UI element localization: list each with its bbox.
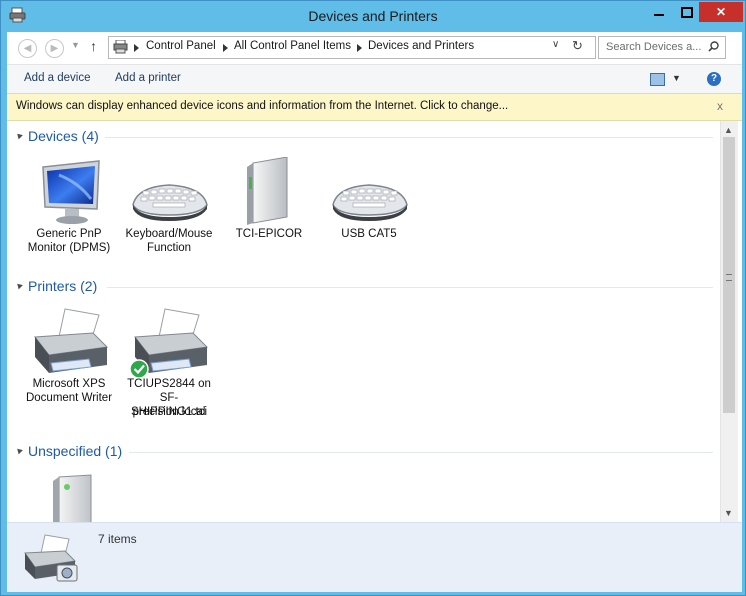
- device-name-line1: TCI-EPICOR: [235, 228, 303, 240]
- device-item-monitor[interactable]: Generic PnP Monitor (DPMS): [23, 157, 115, 257]
- collapse-icon[interactable]: [15, 131, 23, 140]
- printer-name-line1: TCIUPS2844 on: [127, 378, 211, 390]
- recent-locations-icon[interactable]: ▼: [71, 40, 80, 50]
- info-bar[interactable]: Windows can display enhanced device icon…: [7, 93, 742, 121]
- window-title: Devices and Printers: [308, 8, 438, 24]
- devices-printers-icon: [113, 40, 128, 54]
- command-bar: Add a device Add a printer ▼ ?: [7, 64, 742, 93]
- printer-icon: [34, 308, 109, 373]
- collapse-icon[interactable]: [15, 446, 23, 455]
- minimize-button[interactable]: [645, 2, 673, 22]
- default-checkmark-icon: [129, 359, 149, 379]
- add-printer-button[interactable]: Add a printer: [115, 72, 181, 84]
- help-icon[interactable]: ?: [707, 72, 721, 86]
- breadcrumb-separator[interactable]: [357, 44, 362, 52]
- group-divider: [129, 452, 713, 453]
- group-header-printers[interactable]: Printers (2): [7, 277, 719, 297]
- breadcrumb-separator[interactable]: [134, 44, 139, 52]
- forward-button[interactable]: ▶: [45, 39, 64, 58]
- server-icon: [53, 474, 92, 522]
- view-options-dropdown-icon[interactable]: ▼: [672, 73, 681, 83]
- devices-printers-icon: [24, 534, 78, 582]
- up-button[interactable]: ↑: [90, 38, 97, 54]
- group-header-unspecified[interactable]: Unspecified (1): [7, 442, 719, 462]
- monitor-icon: [42, 160, 100, 224]
- printer-name-line3: precision.local: [132, 406, 206, 418]
- group-divider: [107, 287, 713, 288]
- device-name-line1: USB CAT5: [341, 228, 397, 240]
- scrollbar-thumb[interactable]: [723, 137, 735, 413]
- breadcrumb-devices-printers[interactable]: Devices and Printers: [368, 40, 474, 52]
- navigation-row: ◀ ▶ ▼ ↑ Control Panel All Control Panel …: [7, 32, 742, 62]
- computer-tower-icon: [247, 157, 288, 225]
- maximize-button[interactable]: [673, 2, 699, 22]
- search-placeholder: Search Devices a...: [606, 41, 702, 53]
- printer-item-tciups2844[interactable]: TCIUPS2844 on SF-SHIPPING1.tci precision…: [123, 307, 215, 418]
- vertical-scrollbar[interactable]: ▲ ▼: [720, 121, 738, 522]
- refresh-icon[interactable]: ↻: [572, 38, 583, 54]
- group-title: Unspecified (1): [28, 443, 123, 459]
- address-dropdown-icon[interactable]: ∨: [552, 39, 559, 50]
- group-divider: [105, 137, 713, 138]
- printer-item-xps[interactable]: Microsoft XPS Document Writer: [23, 307, 115, 417]
- unspecified-item-server[interactable]: [23, 471, 115, 522]
- device-name-line1: Keyboard/Mouse: [125, 228, 213, 240]
- printer-name-line2: Document Writer: [25, 392, 113, 404]
- back-button[interactable]: ◀: [18, 39, 37, 58]
- add-device-button[interactable]: Add a device: [24, 72, 91, 84]
- breadcrumb-control-panel[interactable]: Control Panel: [146, 40, 216, 52]
- device-list: Devices (4) Generic PnP Monitor (DPMS) K…: [7, 121, 719, 522]
- group-title: Printers (2): [28, 278, 98, 294]
- device-name-line2: Monitor (DPMS): [27, 242, 111, 254]
- printer-name-line1: Microsoft XPS: [32, 378, 106, 390]
- device-item-tci-epicor[interactable]: TCI-EPICOR: [223, 157, 315, 257]
- scroll-up-icon[interactable]: ▲: [724, 125, 733, 135]
- printer-default-icon: [129, 308, 209, 379]
- keyboard-icon: [332, 184, 408, 221]
- details-pane: 7 items: [7, 522, 742, 592]
- collapse-icon[interactable]: [15, 281, 23, 290]
- client-area: ◀ ▶ ▼ ↑ Control Panel All Control Panel …: [7, 32, 742, 592]
- scroll-down-icon[interactable]: ▼: [724, 508, 733, 518]
- window: Devices and Printers ✕ ◀ ▶ ▼ ↑ Control P…: [0, 0, 746, 596]
- change-view-icon[interactable]: [650, 73, 665, 86]
- info-bar-message[interactable]: Windows can display enhanced device icon…: [16, 100, 508, 112]
- device-name-line1: Generic PnP: [36, 228, 102, 240]
- search-icon[interactable]: [708, 41, 719, 52]
- device-item-keyboard-mouse[interactable]: Keyboard/Mouse Function: [123, 157, 215, 257]
- close-button[interactable]: ✕: [699, 2, 743, 22]
- grip-icon: [726, 274, 732, 281]
- group-title: Devices (4): [28, 128, 99, 144]
- breadcrumb-all-items[interactable]: All Control Panel Items: [234, 40, 351, 52]
- title-bar[interactable]: Devices and Printers ✕: [1, 1, 745, 32]
- group-header-devices[interactable]: Devices (4): [7, 127, 719, 147]
- address-bar[interactable]: Control Panel All Control Panel Items De…: [108, 36, 596, 59]
- breadcrumb-separator[interactable]: [223, 44, 228, 52]
- device-name-line2: Function: [146, 242, 192, 254]
- device-item-usb-cat5[interactable]: USB CAT5: [323, 157, 415, 257]
- item-count: 7 items: [98, 532, 137, 546]
- info-bar-close-icon[interactable]: x: [717, 99, 723, 113]
- keyboard-icon: [132, 184, 208, 221]
- search-input[interactable]: Search Devices a...: [598, 36, 726, 59]
